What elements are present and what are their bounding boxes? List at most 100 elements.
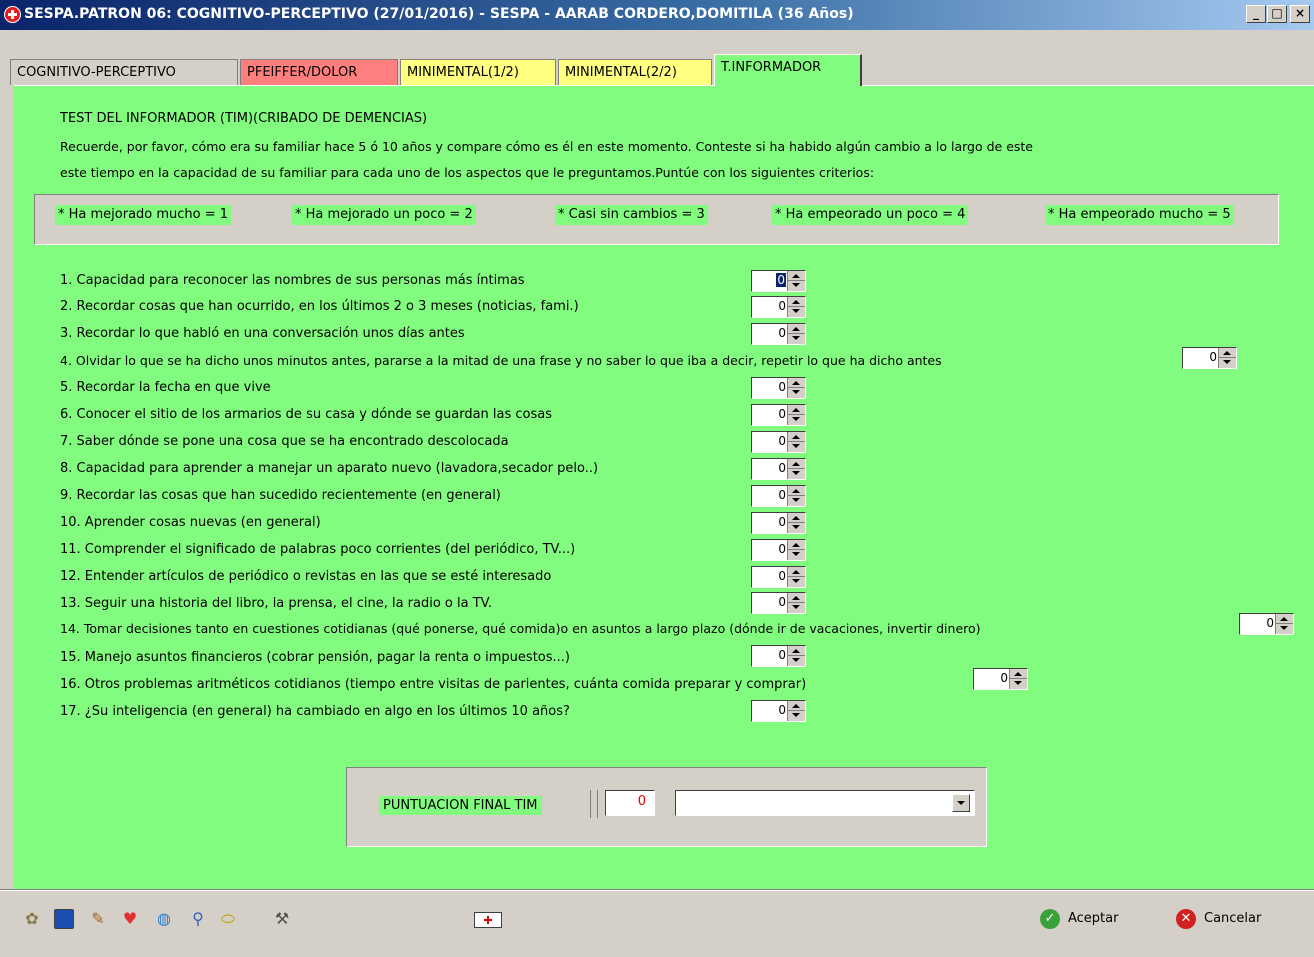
chevron-down-icon[interactable] [952, 794, 970, 812]
question-2-spinner[interactable]: 0 [751, 296, 806, 318]
question-9: 9. Recordar las cosas que han sucedido r… [60, 488, 501, 503]
tab-minimental-1[interactable]: MINIMENTAL(1/2) [400, 59, 556, 85]
question-16-spinner[interactable]: 0 [973, 668, 1028, 690]
tab-t-informador[interactable]: T.INFORMADOR [714, 54, 862, 86]
separator [590, 790, 598, 818]
question-3-spinner[interactable]: 0 [751, 323, 806, 345]
question-13-value[interactable]: 0 [778, 595, 786, 609]
accept-label: Aceptar [1068, 911, 1119, 926]
criteria-5: * Ha empeorado mucho = 5 [1045, 205, 1234, 225]
check-icon: ✓ [1040, 908, 1060, 929]
question-15-value[interactable]: 0 [778, 648, 786, 662]
spin-arrows-icon[interactable] [1275, 614, 1293, 634]
monitor-icon[interactable] [54, 909, 74, 929]
spin-arrows-icon[interactable] [1218, 348, 1236, 368]
spin-arrows-icon[interactable] [787, 593, 805, 613]
criteria-3: * Casi sin cambios = 3 [555, 205, 708, 225]
cancel-button[interactable]: ✕ Cancelar [1176, 907, 1261, 931]
question-10-value[interactable]: 0 [778, 515, 786, 529]
question-6-spinner[interactable]: 0 [751, 404, 806, 426]
question-1-spinner[interactable]: 0 [751, 270, 806, 292]
question-11-spinner[interactable]: 0 [751, 539, 806, 561]
spin-arrows-icon[interactable] [1009, 669, 1027, 689]
question-8: 8. Capacidad para aprender a manejar un … [60, 461, 599, 476]
final-score-field[interactable]: 0 [605, 790, 655, 816]
question-13: 13. Seguir una historia del libro, la pr… [60, 596, 493, 611]
question-8-value[interactable]: 0 [778, 461, 786, 475]
question-8-spinner[interactable]: 0 [751, 458, 806, 480]
question-16: 16. Otros problemas aritméticos cotidian… [60, 677, 807, 692]
question-3-value[interactable]: 0 [778, 326, 786, 340]
question-12-spinner[interactable]: 0 [751, 566, 806, 588]
question-11: 11. Comprender el significado de palabra… [60, 542, 576, 557]
question-7-spinner[interactable]: 0 [751, 431, 806, 453]
spin-arrows-icon[interactable] [787, 378, 805, 398]
spin-arrows-icon[interactable] [787, 324, 805, 344]
question-14-value[interactable]: 0 [1266, 616, 1274, 630]
spin-arrows-icon[interactable] [787, 701, 805, 721]
question-1-value[interactable]: 0 [776, 273, 786, 287]
test-heading: TEST DEL INFORMADOR (TIM)(CRIBADO DE DEM… [60, 111, 428, 126]
cancel-icon: ✕ [1176, 908, 1196, 929]
spin-arrows-icon[interactable] [787, 540, 805, 560]
question-5-spinner[interactable]: 0 [751, 377, 806, 399]
puzzle-icon[interactable]: ✿ [22, 909, 42, 929]
pill-icon[interactable]: ⬭ [218, 909, 238, 929]
final-score-label: PUNTUACION FINAL TIM [379, 796, 542, 815]
question-12: 12. Entender artículos de periódico o re… [60, 569, 552, 584]
spin-arrows-icon[interactable] [787, 432, 805, 452]
spin-arrows-icon[interactable] [787, 271, 805, 291]
question-4: 4. Olvidar lo que se ha dicho unos minut… [60, 353, 942, 368]
spin-arrows-icon[interactable] [787, 567, 805, 587]
spin-arrows-icon[interactable] [787, 486, 805, 506]
question-11-value[interactable]: 0 [778, 542, 786, 556]
final-score-box: PUNTUACION FINAL TIM 0 [346, 767, 987, 847]
magnifier-icon[interactable]: ⚲ [188, 909, 208, 929]
question-13-spinner[interactable]: 0 [751, 592, 806, 614]
spin-arrows-icon[interactable] [787, 405, 805, 425]
question-6-value[interactable]: 0 [778, 407, 786, 421]
close-button[interactable]: × [1290, 5, 1310, 23]
tab-minimental-2[interactable]: MINIMENTAL(2/2) [558, 59, 712, 85]
cancel-label: Cancelar [1204, 911, 1262, 926]
title-bar: SESPA.PATRON 06: COGNITIVO-PERCEPTIVO (2… [0, 0, 1314, 30]
criteria-box: * Ha mejorado mucho = 1 * Ha mejorado un… [34, 194, 1279, 245]
question-9-spinner[interactable]: 0 [751, 485, 806, 507]
pencil-icon[interactable]: ✎ [88, 909, 108, 929]
accept-button[interactable]: ✓ Aceptar [1040, 907, 1118, 931]
question-17: 17. ¿Su inteligencia (en general) ha cam… [60, 704, 570, 719]
spin-arrows-icon[interactable] [787, 459, 805, 479]
question-17-value[interactable]: 0 [778, 703, 786, 717]
tab-pfeiffer-dolor[interactable]: PFEIFFER/DOLOR [240, 59, 398, 85]
question-5: 5. Recordar la fecha en que vive [60, 380, 271, 395]
question-2-value[interactable]: 0 [778, 299, 786, 313]
tools-icon[interactable]: ⚒ [272, 909, 292, 929]
minimize-button[interactable]: _ [1246, 5, 1266, 23]
criteria-1: * Ha mejorado mucho = 1 [55, 205, 232, 225]
question-14-spinner[interactable]: 0 [1239, 613, 1294, 635]
maximize-button[interactable]: □ [1267, 5, 1287, 23]
question-7-value[interactable]: 0 [778, 434, 786, 448]
question-2: 2. Recordar cosas que han ocurrido, en l… [60, 299, 579, 314]
spin-arrows-icon[interactable] [787, 646, 805, 666]
medical-card-icon[interactable] [474, 912, 502, 928]
question-4-value[interactable]: 0 [1209, 350, 1217, 364]
spin-arrows-icon[interactable] [787, 513, 805, 533]
question-5-value[interactable]: 0 [778, 380, 786, 394]
question-10: 10. Aprender cosas nuevas (en general) [60, 515, 321, 530]
globe-icon[interactable]: ◍ [154, 909, 174, 929]
question-12-value[interactable]: 0 [778, 569, 786, 583]
tab-cognitivo-perceptivo[interactable]: COGNITIVO-PERCEPTIVO [10, 59, 238, 85]
criteria-2: * Ha mejorado un poco = 2 [292, 205, 476, 225]
heart-icon[interactable]: ♥ [120, 909, 140, 929]
question-15: 15. Manejo asuntos financieros (cobrar p… [60, 650, 570, 665]
question-9-value[interactable]: 0 [778, 488, 786, 502]
final-score-select[interactable] [675, 790, 975, 816]
question-17-spinner[interactable]: 0 [751, 700, 806, 722]
question-15-spinner[interactable]: 0 [751, 645, 806, 667]
question-4-spinner[interactable]: 0 [1182, 347, 1237, 369]
question-1: 1. Capacidad para reconocer las nombres … [60, 273, 525, 288]
question-10-spinner[interactable]: 0 [751, 512, 806, 534]
question-16-value[interactable]: 0 [1000, 671, 1008, 685]
spin-arrows-icon[interactable] [787, 297, 805, 317]
